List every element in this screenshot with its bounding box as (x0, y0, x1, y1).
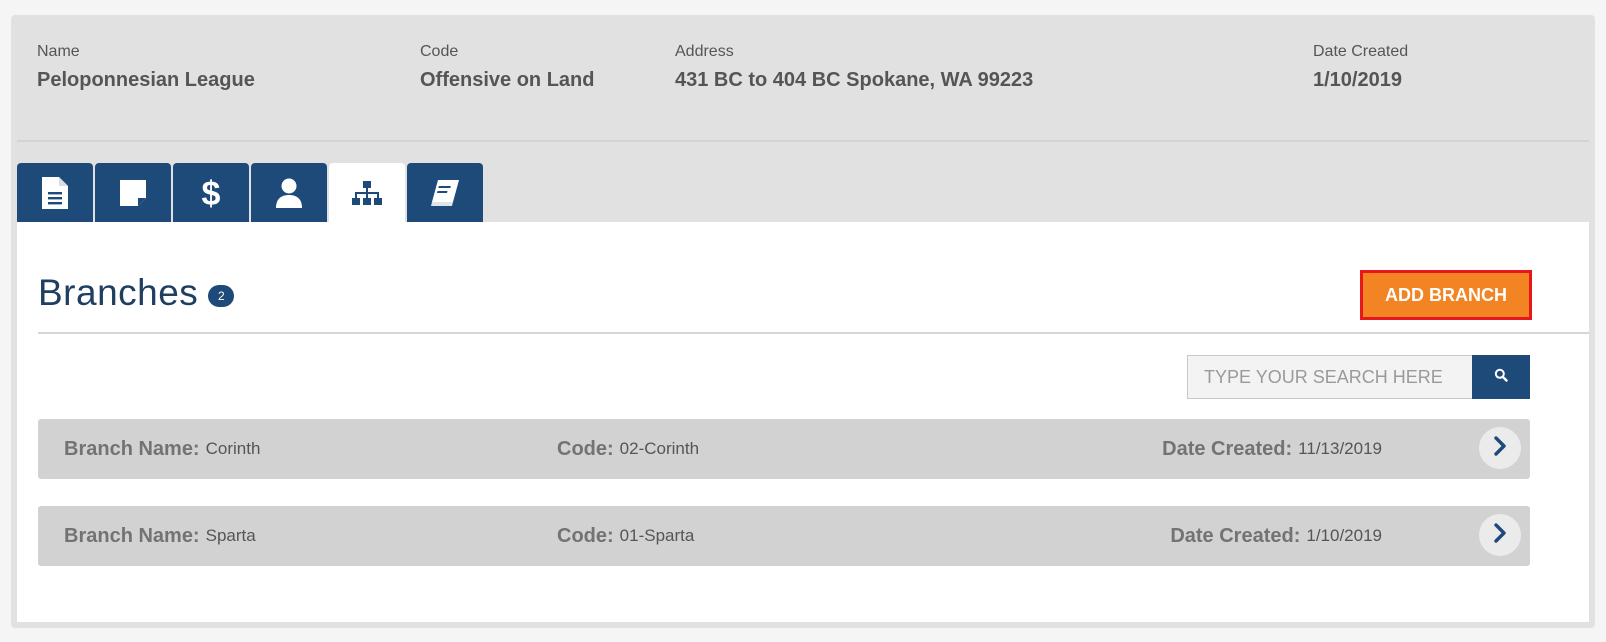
branch-date-label: Date Created: (1170, 524, 1301, 547)
branch-code-label: Code: (557, 524, 614, 547)
tab-book[interactable] (407, 163, 483, 223)
chevron-right-icon (1493, 522, 1507, 548)
code-field: Code Offensive on Land (420, 43, 594, 92)
branch-code-cell: Code: 02-Corinth (557, 419, 699, 479)
branch-date-value: 1/10/2019 (1306, 526, 1382, 545)
branch-name-cell: Branch Name: Sparta (64, 506, 256, 566)
branch-code-value: 01-Sparta (619, 526, 695, 545)
branch-date-label: Date Created: (1162, 437, 1293, 460)
hierarchy-icon (350, 179, 384, 209)
document-icon (40, 176, 70, 210)
name-value: Peloponnesian League (37, 69, 255, 91)
section-divider (38, 332, 1589, 334)
search-input[interactable] (1187, 355, 1472, 399)
record-card: Name Peloponnesian League Code Offensive… (11, 15, 1595, 628)
branch-date-value: 11/13/2019 (1298, 439, 1382, 458)
branch-date-cell: Date Created: 1/10/2019 (1170, 506, 1382, 566)
record-summary: Name Peloponnesian League Code Offensive… (11, 15, 1595, 140)
name-field: Name Peloponnesian League (37, 43, 255, 92)
open-branch-button[interactable] (1479, 427, 1521, 469)
address-value: 431 BC to 404 BC Spokane, WA 99223 (675, 69, 1034, 91)
search-icon (1494, 368, 1508, 387)
open-branch-button[interactable] (1479, 514, 1521, 556)
svg-text:$: $ (202, 175, 221, 211)
tab-branches[interactable] (329, 163, 405, 225)
code-label: Code (420, 43, 459, 60)
name-label: Name (37, 43, 80, 60)
tab-contacts[interactable] (251, 163, 327, 223)
address-label: Address (675, 43, 734, 60)
branch-row[interactable]: Branch Name: Sparta Code: 01-Sparta Date… (38, 506, 1530, 566)
branch-code-cell: Code: 01-Sparta (557, 506, 694, 566)
branch-name-label: Branch Name: (64, 437, 200, 460)
branch-date-cell: Date Created: 11/13/2019 (1162, 419, 1382, 479)
code-value: Offensive on Land (420, 69, 595, 91)
user-icon (274, 177, 304, 209)
note-icon (118, 178, 148, 208)
tab-documents[interactable] (17, 163, 93, 223)
search-bar (1187, 355, 1530, 399)
tab-billing[interactable]: $ (173, 163, 249, 223)
tab-notes[interactable] (95, 163, 171, 223)
dollar-icon: $ (199, 175, 223, 211)
book-icon (429, 178, 461, 208)
branch-row[interactable]: Branch Name: Corinth Code: 02-Corinth Da… (38, 419, 1530, 479)
branch-code-value: 02-Corinth (619, 439, 700, 458)
chevron-right-icon (1493, 435, 1507, 461)
section-header: Branches 2 (38, 272, 235, 314)
branch-name-value: Corinth (205, 439, 261, 458)
branch-name-cell: Branch Name: Corinth (64, 419, 260, 479)
address-field: Address 431 BC to 404 BC Spokane, WA 992… (675, 43, 1033, 92)
branch-name-label: Branch Name: (64, 524, 200, 547)
count-badge: 2 (208, 285, 235, 307)
branch-code-label: Code: (557, 437, 614, 460)
section-title: Branches (38, 272, 199, 313)
add-branch-button[interactable]: ADD BRANCH (1360, 270, 1532, 320)
header-divider (17, 140, 1589, 142)
branches-panel: Branches 2 ADD BRANCH Branch Name: Corin… (17, 222, 1589, 622)
date-created-label: Date Created (1313, 43, 1409, 60)
date-created-value: 1/10/2019 (1313, 69, 1402, 91)
date-created-field: Date Created 1/10/2019 (1313, 43, 1408, 92)
search-button[interactable] (1472, 355, 1530, 399)
branch-name-value: Sparta (205, 526, 256, 545)
